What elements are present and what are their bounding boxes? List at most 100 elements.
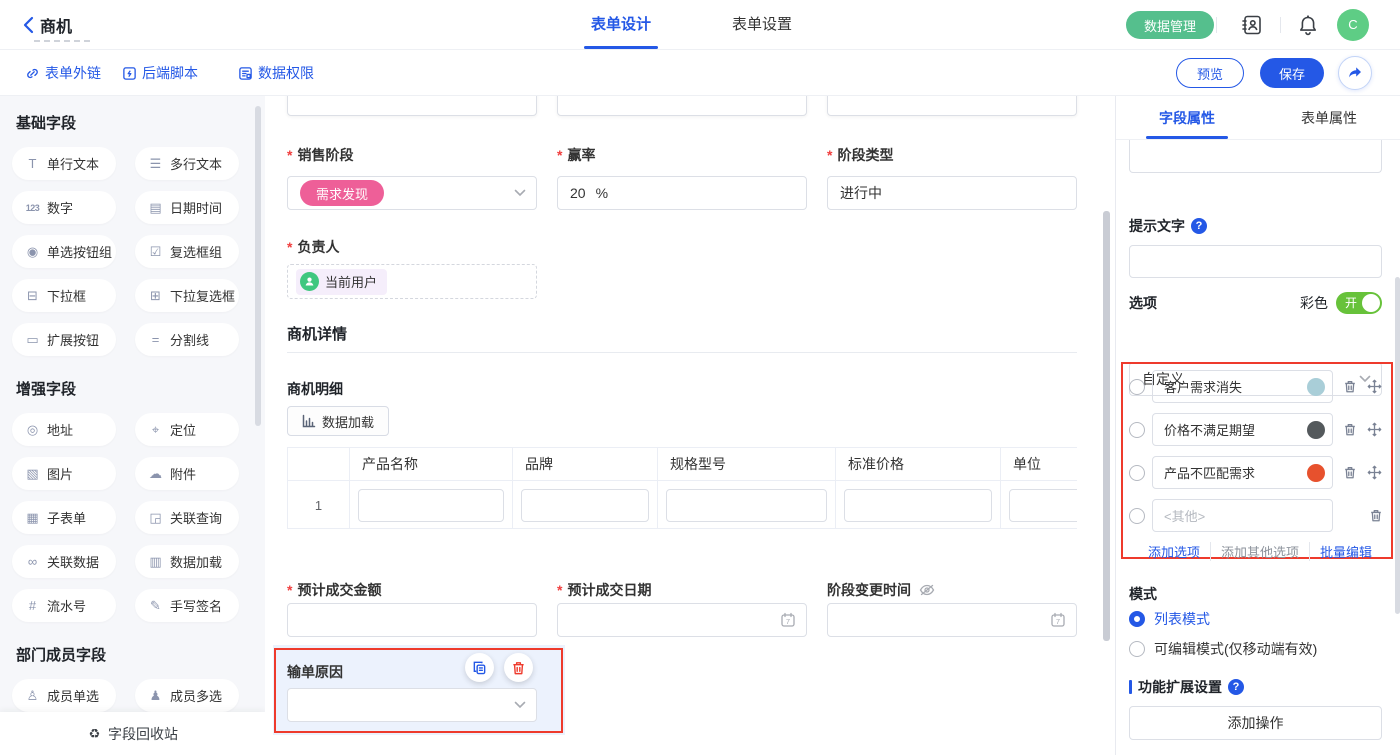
field-item-single-line-text[interactable]: T单行文本: [12, 147, 116, 180]
option-radio[interactable]: [1129, 379, 1145, 395]
color-toggle[interactable]: 开: [1336, 292, 1382, 314]
field-item-number[interactable]: 123数字: [12, 191, 116, 224]
field-item-address[interactable]: ◎地址: [12, 413, 116, 446]
delete-option-button[interactable]: [1343, 465, 1357, 480]
option-radio[interactable]: [1129, 508, 1145, 524]
amount-label: *预计成交金额: [287, 580, 381, 600]
field-item-location[interactable]: ⌖定位: [135, 413, 239, 446]
form-external-link[interactable]: 表单外链: [25, 63, 101, 83]
mode-option-list[interactable]: 列表模式: [1129, 609, 1210, 629]
add-option-link[interactable]: 添加选项: [1138, 542, 1210, 561]
preview-button[interactable]: 预览: [1176, 58, 1244, 88]
stage-type-input[interactable]: 进行中: [827, 176, 1077, 210]
canvas-scrollbar[interactable]: [1103, 211, 1110, 641]
data-book-icon[interactable]: [1240, 13, 1264, 37]
bar-chart-icon: ▥: [148, 554, 163, 570]
checkbox-icon: ☑: [148, 244, 163, 260]
mode-option-editable[interactable]: 可编辑模式(仅移动端有效): [1129, 639, 1317, 659]
field-item-checkbox-group[interactable]: ☑复选框组: [135, 235, 239, 268]
drag-option-handle[interactable]: [1367, 465, 1382, 480]
option-text-input[interactable]: 产品不匹配需求: [1152, 456, 1333, 489]
page-title[interactable]: 商机: [40, 13, 72, 37]
batch-edit-link[interactable]: 批量编辑: [1309, 542, 1382, 561]
close-date-input[interactable]: 7: [557, 603, 807, 637]
drag-option-handle[interactable]: [1367, 422, 1382, 437]
cell-input-spec[interactable]: [666, 489, 827, 522]
tab-form-settings[interactable]: 表单设置: [722, 0, 802, 49]
field-item-divider[interactable]: =分割线: [135, 323, 239, 356]
field-item-datetime[interactable]: ▤日期时间: [135, 191, 239, 224]
lose-reason-label: 输单原因: [287, 662, 343, 682]
drag-option-handle[interactable]: [1367, 379, 1382, 394]
field-item-member-multi[interactable]: ♟成员多选: [135, 679, 239, 712]
clipped-textarea[interactable]: [1129, 140, 1382, 173]
cell-input-unit[interactable]: [1009, 489, 1077, 522]
field-item-data-load[interactable]: ▥数据加载: [135, 545, 239, 578]
field-item-signature[interactable]: ✎手写签名: [135, 589, 239, 622]
tab-form-properties[interactable]: 表单属性: [1258, 96, 1400, 139]
delete-field-button[interactable]: [504, 653, 533, 682]
field-item-extend-button[interactable]: ▭扩展按钮: [12, 323, 116, 356]
tab-form-design[interactable]: 表单设计: [578, 0, 664, 49]
delete-option-button[interactable]: [1369, 508, 1383, 523]
column-header: 规格型号: [658, 448, 836, 481]
extension-settings-header: 功能扩展设置 ?: [1129, 677, 1244, 697]
tab-field-properties[interactable]: 字段属性: [1116, 96, 1258, 139]
cell-input-product-name[interactable]: [358, 489, 504, 522]
back-icon[interactable]: [18, 14, 40, 36]
cell-input-price[interactable]: [844, 489, 992, 522]
backend-script-link[interactable]: 后端脚本: [122, 63, 198, 83]
help-icon[interactable]: ?: [1228, 679, 1244, 695]
hint-text-input[interactable]: [1129, 245, 1382, 278]
stage-change-time-input[interactable]: 7: [827, 603, 1077, 637]
copy-field-button[interactable]: [465, 653, 494, 682]
section-title-detail: 商机详情: [287, 323, 347, 344]
option-text-input[interactable]: 价格不满足期望: [1152, 413, 1333, 446]
owner-field[interactable]: 当前用户: [287, 264, 537, 299]
field-item-radio-group[interactable]: ◉单选按钮组: [12, 235, 116, 268]
sidebar-scrollbar[interactable]: [255, 106, 261, 426]
data-manage-button[interactable]: 数据管理: [1126, 11, 1214, 39]
win-rate-input[interactable]: 20 %: [557, 176, 807, 210]
field-item-image[interactable]: ▧图片: [12, 457, 116, 490]
option-text-input[interactable]: 客户需求消失: [1152, 370, 1333, 403]
delete-option-button[interactable]: [1343, 422, 1357, 437]
help-icon[interactable]: ?: [1191, 218, 1207, 234]
bell-icon[interactable]: [1296, 13, 1320, 37]
field-item-attachment[interactable]: ☁附件: [135, 457, 239, 490]
option-radio[interactable]: [1129, 422, 1145, 438]
add-action-button[interactable]: 添加操作: [1129, 706, 1382, 740]
cell-input-brand[interactable]: [521, 489, 649, 522]
field-item-serial-number[interactable]: #流水号: [12, 589, 116, 622]
field-item-dropdown[interactable]: ⊟下拉框: [12, 279, 116, 312]
field-item-member-single[interactable]: ♙成员单选: [12, 679, 116, 712]
option-color-dot[interactable]: [1307, 421, 1325, 439]
trash-icon: [511, 660, 526, 676]
clipped-input[interactable]: [287, 96, 537, 116]
option-radio[interactable]: [1129, 465, 1145, 481]
field-recycle-bin[interactable]: ♻ 字段回收站: [0, 712, 265, 755]
share-button[interactable]: [1338, 56, 1372, 90]
avatar[interactable]: C: [1337, 9, 1369, 41]
field-item-linked-data[interactable]: ∞关联数据: [12, 545, 116, 578]
save-button[interactable]: 保存: [1260, 58, 1324, 88]
clipped-input[interactable]: [557, 96, 807, 116]
option-color-dot[interactable]: [1307, 378, 1325, 396]
field-item-linked-query[interactable]: ◲关联查询: [135, 501, 239, 534]
field-item-multi-line-text[interactable]: ☰多行文本: [135, 147, 239, 180]
data-permission-link[interactable]: 数据权限: [238, 63, 314, 83]
clipped-input[interactable]: [827, 96, 1077, 116]
add-other-option-link[interactable]: 添加其他选项: [1210, 542, 1309, 561]
panel-scrollbar[interactable]: [1395, 277, 1400, 614]
column-header: 产品名称: [350, 448, 513, 481]
user-avatar-icon: [300, 272, 319, 291]
field-item-subform[interactable]: ▦子表单: [12, 501, 116, 534]
option-color-dot[interactable]: [1307, 464, 1325, 482]
lose-reason-select[interactable]: [287, 688, 537, 722]
delete-option-button[interactable]: [1343, 379, 1357, 394]
other-option-input[interactable]: <其他>: [1152, 499, 1333, 532]
sales-stage-select[interactable]: 需求发现: [287, 176, 537, 210]
data-load-button[interactable]: 数据加载: [287, 406, 389, 436]
field-item-multi-dropdown[interactable]: ⊞下拉复选框: [135, 279, 239, 312]
amount-input[interactable]: [287, 603, 537, 637]
